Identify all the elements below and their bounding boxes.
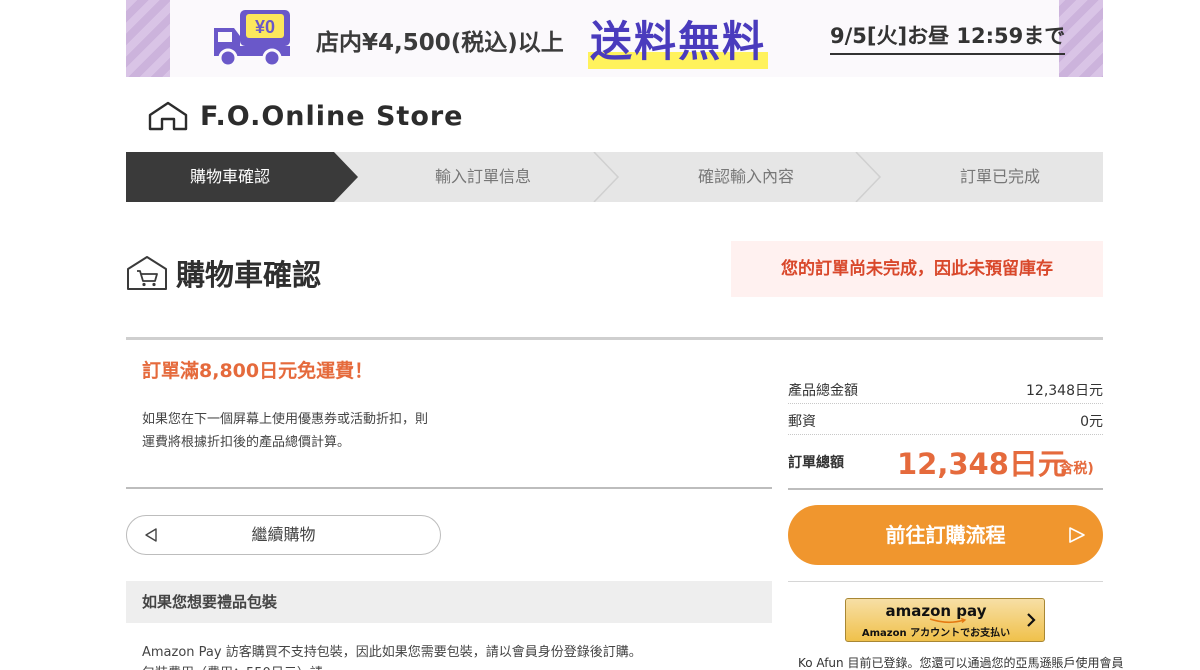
amazon-pay-button[interactable]: amazon pay Amazon アカウントでお支払い [845,598,1045,642]
subtotal-value: 12,348日元 [1026,383,1103,399]
postage-value: 0元 [1080,414,1103,430]
triangle-left-icon [145,528,157,542]
gift-wrap-header: 如果您想要禮品包裝 [126,581,772,623]
shipping-note-line: 運費將根據折扣後的產品總價計算。 [142,435,351,450]
continue-shopping-label: 繼續購物 [251,525,316,544]
gift-wrap-note: 包裝費用（費用：550日元）請 [142,662,323,670]
step-cart-confirm: 購物車確認 [189,167,270,186]
subtotal-row: 產品總金額 12,348日元 [788,380,1103,400]
step-confirm-input: 確認輸入內容 [697,167,794,186]
checkout-divider [788,581,1103,582]
order-total-label: 訂單總額 [788,455,844,471]
shipping-note: 如果您在下一個屏幕上使用優惠券或活動折扣，則 運費將根據折扣後的產品總價計算。 [142,408,442,454]
stock-notice: 您的訂單尚未完成，因此未預留庫存 [731,241,1103,297]
summary-bottom-divider [788,488,1103,490]
gift-wrap-note: Amazon Pay 訪客購買不支持包裝，因此如果您需要包裝，請以會員身份登錄後… [142,645,642,660]
banner-badge: ¥0 [255,17,275,37]
proceed-checkout-button[interactable]: 前往訂購流程 [788,505,1103,565]
continue-shopping-button[interactable]: 繼續購物 [126,515,441,555]
checkout-steps: 購物車確認 輸入訂單信息 確認輸入內容 訂單已完成 [126,152,1103,202]
step-order-info: 輸入訂單信息 [434,167,531,186]
amazon-login-note: Ko Afun 目前已登錄。您還可以通過您的亞馬遜賬戶使用會員 [798,656,1124,670]
store-logo[interactable]: F.O.Online Store [148,100,464,132]
proceed-checkout-label: 前往訂購流程 [885,523,1006,547]
subtotal-label: 產品總金額 [788,383,858,399]
page-title-text: 購物車確認 [176,258,322,292]
page-title: 購物車確認 [126,252,321,294]
store-name: F.O.Online Store [200,100,464,132]
promo-banner[interactable]: ¥0 店内¥4,500(税込)以上 送料無料 9/5[火]お昼 12:59まで [126,0,1103,77]
banner-condition: 店内¥4,500(税込)以上 [316,30,564,56]
shipping-note-line: 如果您在下一個屏幕上使用優惠券或活動折扣，則 [142,412,429,427]
banner-headline: 送料無料 [588,8,769,69]
chevron-right-icon [1027,613,1036,627]
home-icon [148,101,188,131]
summary-divider [788,434,1103,435]
order-total-tax: (含税) [1053,461,1094,477]
free-shipping-headline: 訂單滿8,800日元免運費！ [142,360,374,382]
order-total-value: 12,348日元 [897,447,1067,481]
left-divider [126,487,772,489]
banner-deadline: 9/5[火]お昼 12:59まで [830,20,1066,55]
postage-label: 郵資 [788,414,816,430]
amazon-pay-subtitle: Amazon アカウントでお支払い [861,628,1011,639]
triangle-right-icon [1069,527,1085,543]
promo-banner-panel: ¥0 店内¥4,500(税込)以上 送料無料 9/5[火]お昼 12:59まで [170,0,1066,77]
summary-divider [788,403,1103,404]
cart-icon [127,256,167,290]
delivery-truck-icon: ¥0 [214,10,290,68]
postage-row: 郵資 0元 [788,411,1103,431]
section-divider [126,337,1103,340]
step-order-complete: 訂單已完成 [959,167,1040,186]
